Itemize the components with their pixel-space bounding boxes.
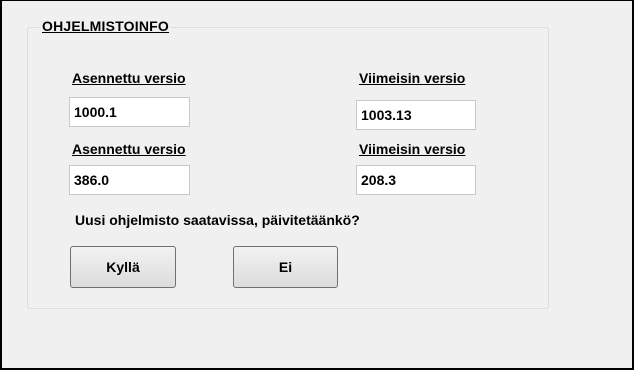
installed-version-field-1[interactable]: 1000.1 <box>69 97 190 127</box>
update-prompt-text: Uusi ohjelmisto saatavissa, päivitetäänk… <box>75 212 360 228</box>
groupbox-title: OHJELMISTOINFO <box>40 18 171 34</box>
installed-version-label-2: Asennettu versio <box>72 141 186 157</box>
installed-version-field-2[interactable]: 386.0 <box>69 165 190 195</box>
no-button[interactable]: Ei <box>233 246 338 288</box>
dialog-window: OHJELMISTOINFO Asennettu versio 1000.1 V… <box>0 0 634 370</box>
latest-version-field-2[interactable]: 208.3 <box>356 165 476 195</box>
latest-version-label-1: Viimeisin versio <box>359 70 466 86</box>
latest-version-label-2: Viimeisin versio <box>359 141 466 157</box>
latest-version-field-1[interactable]: 1003.13 <box>356 100 476 130</box>
installed-version-label-1: Asennettu versio <box>72 70 186 86</box>
yes-button[interactable]: Kyllä <box>70 246 176 288</box>
